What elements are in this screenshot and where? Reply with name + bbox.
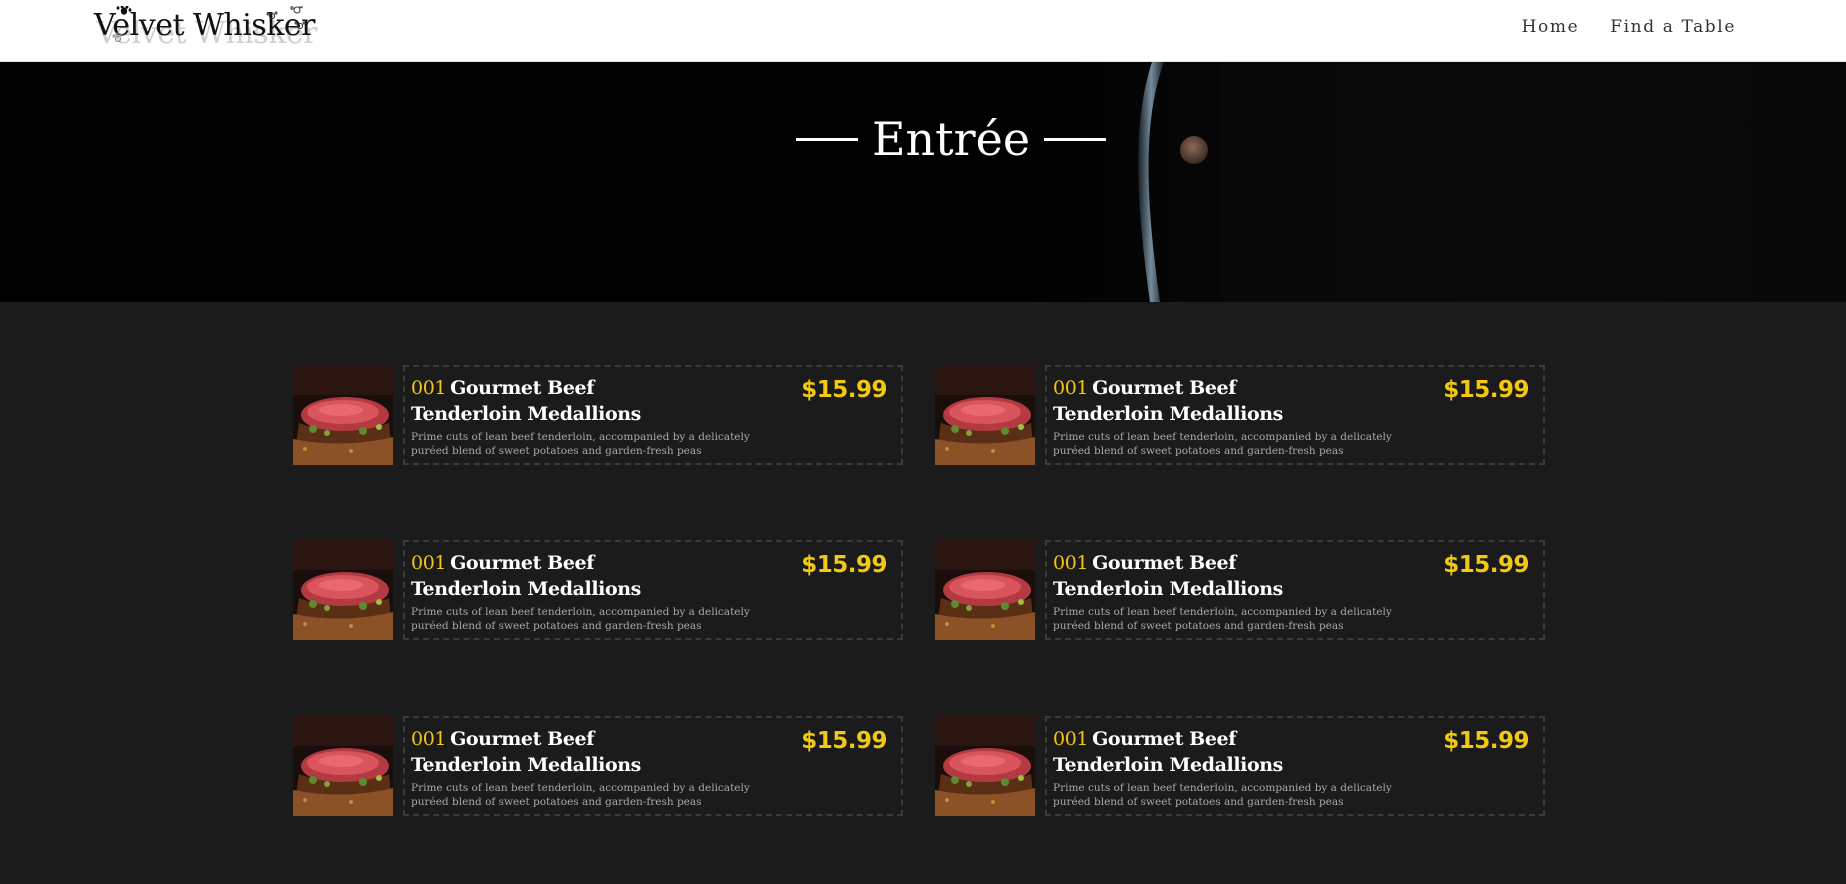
menu-item-description: Prime cuts of lean beef tenderloin, acco… [1053, 782, 1392, 808]
steak-photo-image [935, 540, 1035, 640]
menu-item-card: 001 Gourmet Beef Tenderloin Medallions Pri… [1045, 540, 1545, 640]
menu-item-title: 001 Gourmet Beef Tenderloin Medallions [1053, 375, 1343, 427]
menu-item-photo [293, 365, 393, 465]
menu-item-title: 001 Gourmet Beef Tenderloin Medallions [1053, 550, 1343, 602]
menu-item-price: $15.99 [801, 377, 887, 403]
page-title: Entrée [871, 112, 1031, 166]
menu-item-description: Prime cuts of lean beef tenderloin, acco… [411, 782, 750, 808]
menu-item-number: 001 [1053, 377, 1089, 399]
menu-item-description: Prime cuts of lean beef tenderloin, acco… [411, 606, 750, 632]
menu-item-number: 001 [1053, 728, 1089, 750]
main-nav: Home Find a Table [1522, 17, 1736, 37]
hero-banner: Entrée [0, 62, 1846, 302]
hero-background-image [0, 62, 1846, 302]
menu-item[interactable]: 001 Gourmet Beef Tenderloin Medallions Pri… [293, 716, 903, 816]
menu-item-price: $15.99 [1443, 377, 1529, 403]
nav-find-a-table-link[interactable]: Find a Table [1610, 17, 1736, 37]
menu-item-card: 001 Gourmet Beef Tenderloin Medallions Pri… [1045, 365, 1545, 465]
steak-photo-image [293, 540, 393, 640]
menu-item-price: $15.99 [801, 552, 887, 578]
menu-item-photo [935, 716, 1035, 816]
menu-item-price: $15.99 [1443, 728, 1529, 754]
steak-photo-image [935, 716, 1035, 816]
menu-item-photo [293, 716, 393, 816]
menu-item-photo [935, 365, 1035, 465]
menu-item[interactable]: 001 Gourmet Beef Tenderloin Medallions Pri… [935, 365, 1545, 465]
menu-item-card: 001 Gourmet Beef Tenderloin Medallions Pri… [403, 540, 903, 640]
paw-print-icon [112, 6, 306, 43]
steak-photo-image [293, 365, 393, 465]
heading-rule-right [1044, 137, 1107, 141]
menu-item-description: Prime cuts of lean beef tenderloin, acco… [1053, 431, 1392, 457]
menu-item-number: 001 [411, 552, 447, 574]
menu-item-price: $15.99 [1443, 552, 1529, 578]
menu-item-description: Prime cuts of lean beef tenderloin, acco… [411, 431, 750, 457]
menu-item-title: 001 Gourmet Beef Tenderloin Medallions [411, 550, 701, 602]
menu-item-title: 001 Gourmet Beef Tenderloin Medallions [1053, 726, 1343, 778]
menu-item-photo [293, 540, 393, 640]
menu-item-card: 001 Gourmet Beef Tenderloin Medallions Pri… [403, 716, 903, 816]
menu-item-price: $15.99 [801, 728, 887, 754]
menu-item-description: Prime cuts of lean beef tenderloin, acco… [1053, 606, 1392, 632]
menu-item-number: 001 [411, 377, 447, 399]
menu-item-number: 001 [1053, 552, 1089, 574]
menu-item[interactable]: 001 Gourmet Beef Tenderloin Medallions Pri… [293, 540, 903, 640]
steak-photo-image [935, 365, 1035, 465]
menu-item-card: 001 Gourmet Beef Tenderloin Medallions Pri… [1045, 716, 1545, 816]
menu-item-photo [935, 540, 1035, 640]
menu-item-title: 001 Gourmet Beef Tenderloin Medallions [411, 726, 701, 778]
site-header: Velvet Whisker Velvet Whisker Home Find … [0, 0, 1846, 62]
menu-item-number: 001 [411, 728, 447, 750]
steak-photo-image [293, 716, 393, 816]
menu-item[interactable]: 001 Gourmet Beef Tenderloin Medallions Pri… [935, 716, 1545, 816]
menu-item[interactable]: 001 Gourmet Beef Tenderloin Medallions Pri… [935, 540, 1545, 640]
menu-item[interactable]: 001 Gourmet Beef Tenderloin Medallions Pri… [293, 365, 903, 465]
menu-item-card: 001 Gourmet Beef Tenderloin Medallions Pri… [403, 365, 903, 465]
nav-home-link[interactable]: Home [1522, 17, 1580, 37]
hero-heading: Entrée [0, 112, 1846, 166]
brand-logo[interactable]: Velvet Whisker Velvet Whisker [94, 6, 324, 54]
heading-rule-left [795, 137, 858, 141]
menu-item-title: 001 Gourmet Beef Tenderloin Medallions [411, 375, 701, 427]
